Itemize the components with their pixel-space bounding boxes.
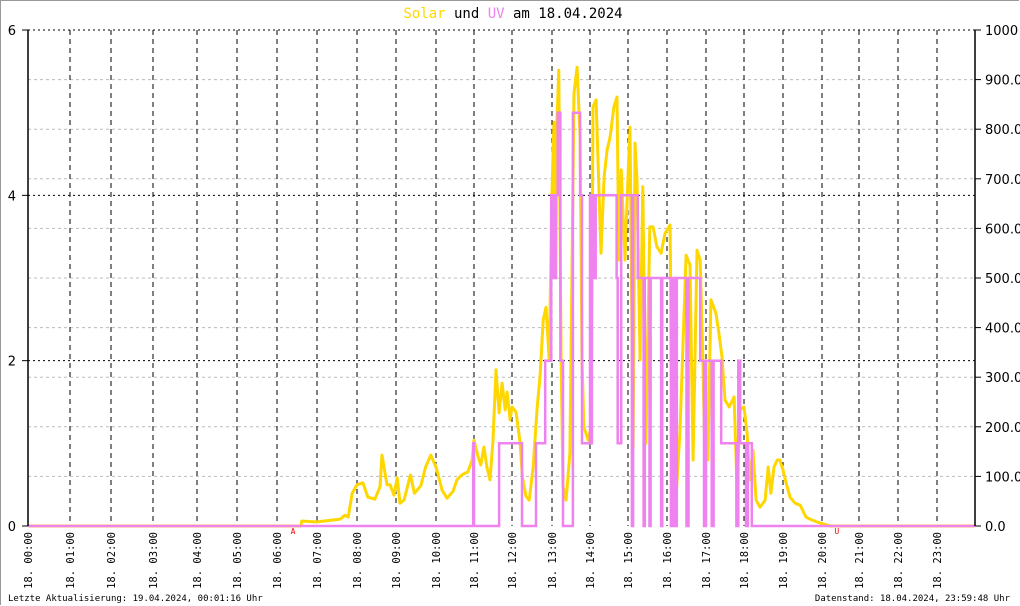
x-tick-label: 18. 06:00 [272,532,284,589]
title-date: am 18.04.2024 [505,6,623,22]
uv-step-line [28,111,975,528]
sun-marker-a: A [291,527,296,536]
right-tick-label: 200.0 [985,421,1020,436]
x-tick-label: 18. 12:00 [507,532,519,589]
left-tick-label: 4 [8,189,16,204]
x-tick-label: 18. 15:00 [623,532,635,589]
x-tick-label: 18. 13:00 [547,532,559,589]
left-tick-label: 0 [8,520,16,535]
x-tick-label: 18. 01:00 [65,532,77,589]
right-tick-label: 300.0 [985,371,1020,386]
right-tick-label: 400.0 [985,322,1020,337]
right-tick-label: 100.0 [985,470,1020,485]
right-tick-label: 1000 [985,24,1018,39]
x-tick-label: 18. 10:00 [431,532,443,589]
right-tick-label: 800.0 [985,123,1020,138]
last-update-text: Letzte Aktualisierung: 19.04.2024, 00:01… [8,594,263,604]
title-uv: UV [488,6,505,22]
x-tick-label: 18. 09:00 [391,532,403,589]
right-tick-label: 700.0 [985,173,1020,188]
x-tick-label: 18. 03:00 [148,532,160,589]
data-status-text: Datenstand: 18.04.2024, 23:59:48 Uhr [815,594,1011,604]
right-tick-label: 600.0 [985,222,1020,237]
sun-marker-u: U [834,527,839,536]
x-tick-label: 18. 18:00 [739,532,751,589]
x-tick-label: 18. 21:00 [854,532,866,589]
x-tick-label: 18. 17:00 [701,532,713,589]
x-tick-label: 18. 16:00 [662,532,674,589]
solar-line [28,65,975,528]
x-tick-label: 18. 08:00 [352,532,364,589]
x-tick-label: 18. 05:00 [232,532,244,589]
x-tick-label: 18. 14:00 [585,532,597,589]
x-tick-label: 18. 20:00 [817,532,829,589]
x-tick-label: 18. 23:00 [932,532,944,589]
title-solar: Solar [403,6,445,22]
left-tick-label: 6 [8,24,16,39]
chart-title: Solar und UV am 18.04.2024 [403,6,622,22]
x-tick-label: 18. 04:00 [192,532,204,589]
left-tick-label: 2 [8,355,16,370]
right-tick-label: 500.0 [985,272,1020,287]
x-tick-label: 18. 22:00 [893,532,905,589]
right-tick-label: 900.0 [985,74,1020,89]
x-tick-label: 18. 19:00 [778,532,790,589]
x-tick-label: 18. 07:00 [312,532,324,589]
right-tick-label: 0.0 [985,520,1006,535]
x-tick-label: 18. 00:00 [23,532,35,589]
title-und: und [446,6,488,22]
x-tick-label: 18. 02:00 [106,532,118,589]
solar-uv-chart: Solar und UV am 18.04.2024 0.0 100.0 200.0… [8,6,1020,604]
x-tick-label: 18. 11:00 [469,532,481,589]
